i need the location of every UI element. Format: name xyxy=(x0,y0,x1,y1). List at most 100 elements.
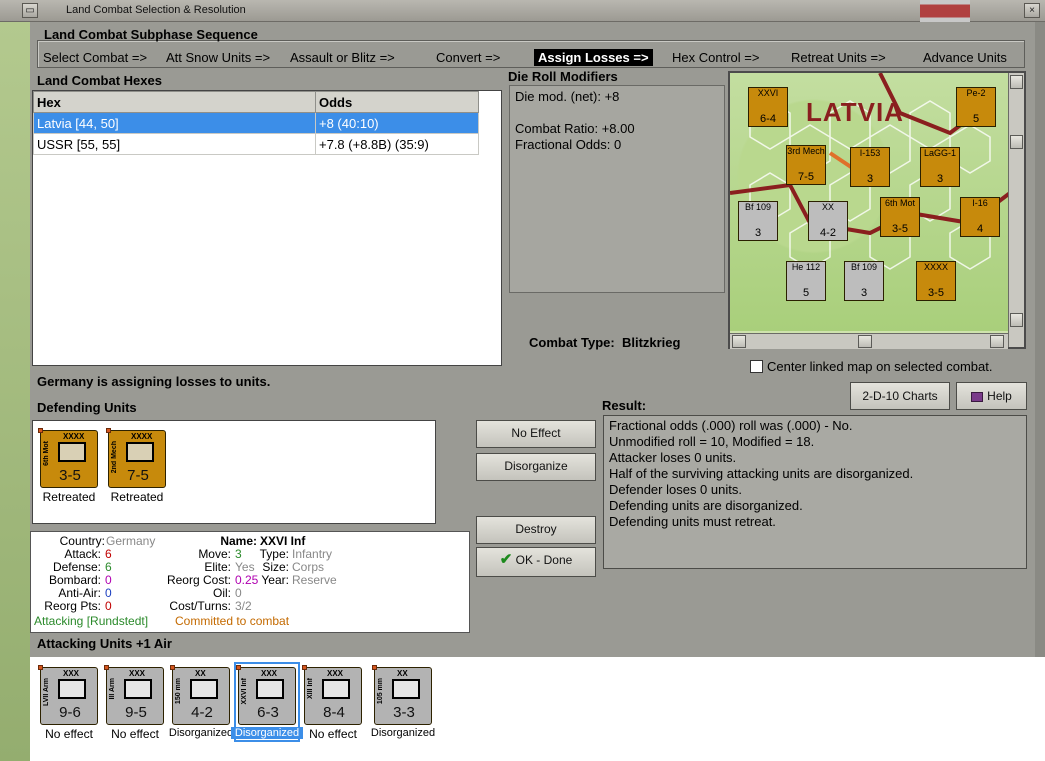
hexes-table: Hex Odds Latvia [44, 50] +8 (40:10) USSR… xyxy=(33,91,479,155)
scroll-thumb[interactable] xyxy=(858,335,872,348)
phase-assault-or-blitz: Assault or Blitz => xyxy=(290,50,395,65)
defending-units-panel: XXXX 6th Mot 3-5 Retreated XXXX 2nd Mech… xyxy=(32,420,436,524)
help-button[interactable]: Help xyxy=(956,382,1027,410)
combat-type-label: Combat Type: xyxy=(529,335,615,350)
result-line: Defending units are disorganized. xyxy=(609,498,803,513)
disorganize-button[interactable]: Disorganize xyxy=(476,453,596,481)
map-counter[interactable]: Bf 109 3 xyxy=(738,201,778,241)
result-line: Defending units must retreat. xyxy=(609,514,776,529)
attacking-commander: Attacking [Rundstedt] xyxy=(34,614,149,628)
ok-done-button[interactable]: ✔ OK - Done xyxy=(476,547,596,577)
phase-advance-units: Advance Units xyxy=(923,50,1007,65)
attacking-unit-status: Disorganized xyxy=(168,727,234,739)
attacking-unit-counter[interactable]: XX 150 mm 4-2 xyxy=(170,665,230,725)
table-row[interactable]: Latvia [44, 50] +8 (40:10) xyxy=(33,112,479,134)
year-value: Reserve xyxy=(292,573,337,587)
map-counter[interactable]: 3rd Mech 7-5 xyxy=(786,145,826,185)
odds-cell: +7.8 (+8.8B) (35:9) xyxy=(315,133,479,155)
attacking-unit-counter[interactable]: XXX LVII Arm 9-6 xyxy=(38,665,98,725)
background-map xyxy=(0,22,30,761)
result-panel: Fractional odds (.000) roll was (.000) -… xyxy=(603,415,1027,569)
scroll-left-icon[interactable] xyxy=(732,335,746,348)
column-odds[interactable]: Odds xyxy=(315,91,479,113)
scroll-up-icon[interactable] xyxy=(1010,75,1023,89)
map-counter[interactable]: XXVI 6-4 xyxy=(748,87,788,127)
attacking-unit-counter[interactable]: XXX XXVI Inf 6-3 xyxy=(236,665,296,725)
combat-type: Combat Type: Blitzkrieg xyxy=(529,335,680,350)
phase-assign-losses: Assign Losses => xyxy=(534,49,653,66)
map-vertical-scrollbar[interactable] xyxy=(1008,73,1024,347)
attacking-unit-status: No effect xyxy=(45,727,93,741)
phase-att-snow-units: Att Snow Units => xyxy=(166,50,271,65)
book-icon xyxy=(971,391,984,402)
phase-hex-control: Hex Control => xyxy=(672,50,760,65)
close-icon[interactable]: × xyxy=(1024,3,1040,18)
subphase-header: Land Combat Subphase Sequence xyxy=(44,27,258,42)
infantry-symbol-icon xyxy=(256,679,284,699)
map-counter[interactable]: XX 4-2 xyxy=(808,201,848,241)
map-counter[interactable]: Pe-2 5 xyxy=(956,87,996,127)
phase-retreat-units: Retreat Units => xyxy=(791,50,886,65)
title-bar: ▭ Land Combat Selection & Resolution × xyxy=(0,0,1045,22)
attacking-header: Attacking Units +1 Air xyxy=(37,636,172,651)
attacking-unit-status: No effect xyxy=(111,727,159,741)
defending-unit-status: Retreated xyxy=(42,490,96,504)
unit-info-panel: Country: Germany Name: XXVI Inf Attack: … xyxy=(30,531,470,633)
map-counter[interactable]: 6th Mot 3-5 xyxy=(880,197,920,237)
charts-button[interactable]: 2-D-10 Charts xyxy=(850,382,950,410)
mech-symbol-icon xyxy=(126,442,154,462)
cost-turns-value: 3/2 xyxy=(235,599,252,613)
attacking-unit-counter[interactable]: XXX III Arm 9-5 xyxy=(104,665,164,725)
no-effect-button[interactable]: No Effect xyxy=(476,420,596,448)
country-value: Germany xyxy=(106,534,156,548)
center-map-checkbox[interactable] xyxy=(750,360,763,373)
map-horizontal-scrollbar[interactable] xyxy=(730,333,1008,349)
ok-done-label: OK - Done xyxy=(515,553,573,567)
infantry-symbol-icon xyxy=(322,679,350,699)
map-counter[interactable]: LaGG-1 3 xyxy=(920,147,960,187)
result-line: Unmodified roll = 10, Modified = 18. xyxy=(609,434,815,449)
destroy-button[interactable]: Destroy xyxy=(476,516,596,544)
armor-symbol-icon xyxy=(124,679,152,699)
window-menu-icon[interactable]: ▭ xyxy=(22,3,38,18)
map-counter[interactable]: I-153 3 xyxy=(850,147,890,187)
modifiers-header: Die Roll Modifiers xyxy=(508,69,618,84)
phase-convert: Convert => xyxy=(436,50,501,65)
combat-ratio-text: Combat Ratio: +8.00 xyxy=(515,121,635,136)
attacking-unit-status: Disorganized xyxy=(231,727,303,739)
linked-map[interactable]: LATVIA XXVI 6-4 3rd Mech 7-5 XX 4-2 6th Mot… xyxy=(728,71,1026,349)
defending-unit-counter[interactable]: XXXX 2nd Mech 7-5 xyxy=(106,428,166,488)
map-counter[interactable]: Bf 109 3 xyxy=(844,261,884,301)
odds-cell: +8 (40:10) xyxy=(315,112,479,134)
help-label: Help xyxy=(987,389,1012,403)
attacking-unit-counter[interactable]: XX 105 mm 3-3 xyxy=(372,665,432,725)
scroll-right-icon[interactable] xyxy=(990,335,1004,348)
map-counter[interactable]: He 112 5 xyxy=(786,261,826,301)
hex-cell: Latvia [44, 50] xyxy=(33,112,316,134)
table-row[interactable]: USSR [55, 55] +7.8 (+8.8B) (35:9) xyxy=(33,133,479,155)
combat-type-value: Blitzkrieg xyxy=(621,335,681,350)
result-line: Fractional odds (.000) roll was (.000) -… xyxy=(609,418,853,433)
checkmark-icon: ✔ xyxy=(499,551,513,568)
flag-icon xyxy=(920,0,970,22)
die-mod-text: Die mod. (net): +8 xyxy=(515,89,620,104)
result-line: Defender loses 0 units. xyxy=(609,482,742,497)
attacking-unit-counter[interactable]: XXX XIII Inf 8-4 xyxy=(302,665,362,725)
hex-cell: USSR [55, 55] xyxy=(33,133,316,155)
attacking-unit-status: Disorganized xyxy=(370,727,436,739)
scroll-thumb[interactable] xyxy=(1010,135,1023,149)
defending-header: Defending Units xyxy=(37,400,137,415)
artillery-symbol-icon xyxy=(392,679,420,699)
phase-select-combat: Select Combat => xyxy=(43,50,148,65)
defending-unit-counter[interactable]: XXXX 6th Mot 3-5 xyxy=(38,428,98,488)
scroll-down-icon[interactable] xyxy=(1010,313,1023,327)
fractional-odds-text: Fractional Odds: 0 xyxy=(515,137,622,152)
column-hex[interactable]: Hex xyxy=(33,91,316,113)
mech-symbol-icon xyxy=(58,442,86,462)
center-map-label: Center linked map on selected combat. xyxy=(767,359,993,374)
committed-status: Committed to combat xyxy=(175,614,290,628)
attacking-unit-status: No effect xyxy=(309,727,357,741)
status-text: Germany is assigning losses to units. xyxy=(37,374,271,389)
map-counter[interactable]: I-16 4 xyxy=(960,197,1000,237)
map-counter[interactable]: XXXX 3-5 xyxy=(916,261,956,301)
